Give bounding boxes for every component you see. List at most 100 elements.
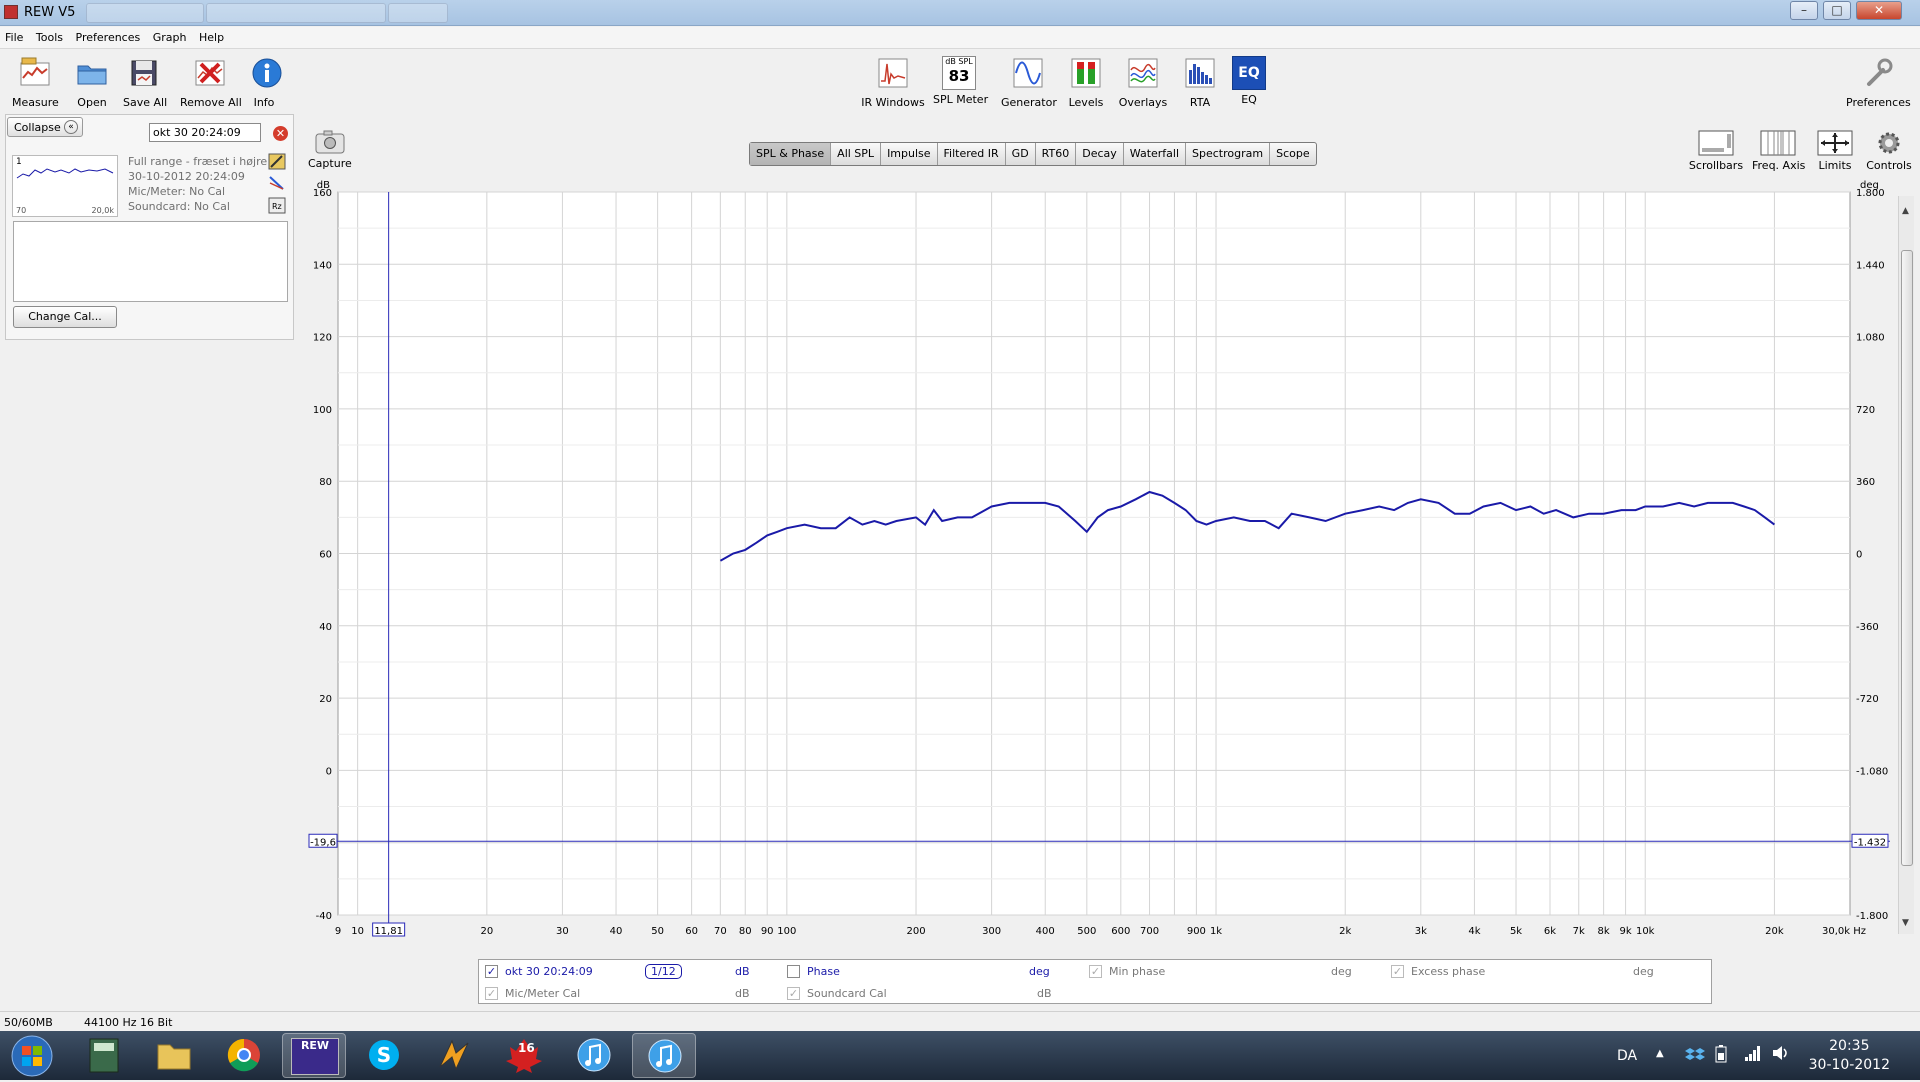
language-indicator[interactable]: DA (1617, 1048, 1637, 1064)
x-tick-label: 50 (651, 926, 664, 937)
notes-icon[interactable]: Rz (268, 197, 286, 214)
trace-checkbox[interactable]: ✓ (485, 965, 498, 978)
spl-phase-graph[interactable]: dB deg 160140120100806040200-20-40 1.800… (300, 178, 1900, 958)
scrollbar-thumb[interactable] (1901, 250, 1913, 866)
x-tick-label: 6k (1544, 926, 1556, 937)
controls-button[interactable]: Controls (1864, 130, 1914, 172)
start-button[interactable] (10, 1034, 54, 1078)
colour-picker-icon[interactable] (268, 153, 286, 170)
measurement-notes-area[interactable] (13, 221, 288, 302)
tab-spectrogram[interactable]: Spectrogram (1186, 143, 1271, 165)
save-all-button[interactable]: Save All (123, 56, 167, 109)
menu-preferences[interactable]: Preferences (71, 27, 145, 44)
taskbar-app-skype[interactable]: S (352, 1033, 416, 1078)
tray-expand-icon[interactable]: ▲ (1656, 1048, 1664, 1059)
taskbar-clock[interactable]: 20:35 30-10-2012 (1809, 1037, 1890, 1075)
rta-button[interactable]: RTA (1182, 56, 1218, 109)
eq-button[interactable]: EQ EQ (1232, 56, 1266, 106)
tab-all-spl[interactable]: All SPL (831, 143, 882, 165)
x-tick-label: 30,0k Hz (1822, 926, 1866, 937)
change-cal-button[interactable]: Change Cal... (13, 306, 117, 328)
tab-waterfall[interactable]: Waterfall (1124, 143, 1187, 165)
open-button[interactable]: Open (72, 56, 112, 109)
battery-icon[interactable] (1713, 1044, 1729, 1064)
tab-scope[interactable]: Scope (1270, 143, 1316, 165)
wrench-icon (1867, 58, 1893, 86)
measurement-date: 30-10-2012 20:24:09 (128, 170, 245, 183)
menu-tools[interactable]: Tools (31, 27, 67, 44)
excess-phase-checkbox[interactable]: ✓ (1391, 965, 1404, 978)
scrollbars-icon (1698, 130, 1734, 156)
limits-icon (1817, 130, 1853, 156)
tab-gd[interactable]: GD (1006, 143, 1036, 165)
background-window-tab (86, 3, 204, 23)
x-tick-label: 80 (739, 926, 752, 937)
tab-impulse[interactable]: Impulse (881, 143, 938, 165)
x-tick-label: 70 (714, 926, 727, 937)
mic-cal-label: Mic/Meter Cal (505, 987, 581, 1000)
y-left-tick-label: 120 (313, 333, 332, 344)
taskbar-app-itunes-2[interactable] (632, 1033, 696, 1078)
soundcard-cal-status: Soundcard: No Cal (128, 200, 230, 213)
tab-decay[interactable]: Decay (1076, 143, 1124, 165)
menu-help[interactable]: Help (194, 27, 228, 44)
tab-rt60[interactable]: RT60 (1036, 143, 1077, 165)
phase-checkbox[interactable] (787, 965, 800, 978)
remove-all-button[interactable]: Remove All (180, 56, 242, 109)
remove-measurement-icon[interactable]: ✕ (273, 126, 288, 141)
collapse-button[interactable]: Collapse « (7, 117, 83, 137)
network-signal-icon[interactable] (1744, 1044, 1762, 1062)
limits-button[interactable]: Limits (1816, 130, 1854, 172)
bit-depth: 16 Bit (140, 1016, 173, 1029)
mic-cal-checkbox[interactable]: ✓ (485, 987, 498, 1000)
x-tick-label: 600 (1111, 926, 1130, 937)
info-button[interactable]: Info (250, 56, 282, 109)
scrollbars-button[interactable]: Scrollbars (1688, 130, 1744, 172)
measurement-thumbnail[interactable]: 1 70 20,0k (12, 155, 118, 217)
tab-spl-phase[interactable]: SPL & Phase (750, 143, 832, 165)
plot-style-icon[interactable] (268, 175, 286, 192)
scroll-down-arrow-icon[interactable]: ▼ (1902, 918, 1909, 928)
tab-filtered-ir[interactable]: Filtered IR (938, 143, 1006, 165)
menu-file[interactable]: File (0, 27, 27, 44)
levels-button[interactable]: Levels (1068, 56, 1104, 109)
taskbar-app-rew[interactable]: REW (282, 1033, 346, 1078)
smoothing-indicator[interactable]: 1/12 (645, 964, 682, 979)
y-left-tick-label: 140 (313, 260, 332, 271)
min-phase-checkbox[interactable]: ✓ (1089, 965, 1102, 978)
left-axis-labels: 160140120100806040200-20-40 (313, 188, 332, 922)
ir-windows-button[interactable]: IR Windows (860, 56, 926, 109)
soundcard-cal-checkbox[interactable]: ✓ (787, 987, 800, 1000)
itunes-icon (648, 1039, 682, 1073)
taskbar-app-calculator[interactable] (72, 1033, 136, 1078)
save-icon (131, 60, 157, 86)
measurement-name-field[interactable]: okt 30 20:24:09 (149, 123, 261, 142)
preferences-button[interactable]: Preferences (1846, 56, 1911, 109)
close-button[interactable]: ✕ (1856, 1, 1902, 20)
main-toolbar: Measure Open Save All Remove All Info IR… (0, 50, 1920, 112)
maximize-button[interactable]: □ (1823, 1, 1851, 20)
x-tick-label: 700 (1140, 926, 1159, 937)
taskbar-app-itunes[interactable] (562, 1033, 626, 1078)
taskbar-app-calendar[interactable]: 16 (492, 1033, 556, 1078)
spl-meter-button[interactable]: dB SPL 83 SPL Meter (933, 56, 988, 106)
x-tick-label: 90 (761, 926, 774, 937)
measure-button[interactable]: Measure (12, 56, 59, 109)
graph-vertical-scrollbar[interactable]: ▲ ▼ (1898, 196, 1914, 934)
volume-icon[interactable] (1771, 1043, 1791, 1063)
menu-graph[interactable]: Graph (148, 27, 191, 44)
rew-app-icon (4, 5, 18, 19)
minimize-button[interactable]: – (1790, 1, 1818, 20)
generator-button[interactable]: Generator (1001, 56, 1057, 109)
capture-button[interactable]: Capture (308, 130, 352, 170)
dropbox-icon[interactable] (1685, 1044, 1705, 1064)
freq-axis-icon (1760, 130, 1796, 156)
y-left-tick-label: 20 (319, 694, 332, 705)
taskbar-app-winamp[interactable] (422, 1033, 486, 1078)
scroll-up-arrow-icon[interactable]: ▲ (1902, 206, 1909, 216)
right-axis-labels: 1.800 1.440 1.080 720 360 0 -360 -720 -1.080 -1.4… (1856, 188, 1888, 922)
taskbar-app-chrome[interactable] (212, 1033, 276, 1078)
overlays-button[interactable]: Overlays (1118, 56, 1168, 109)
taskbar-app-explorer[interactable] (142, 1033, 206, 1078)
freq-axis-button[interactable]: Freq. Axis (1752, 130, 1805, 172)
